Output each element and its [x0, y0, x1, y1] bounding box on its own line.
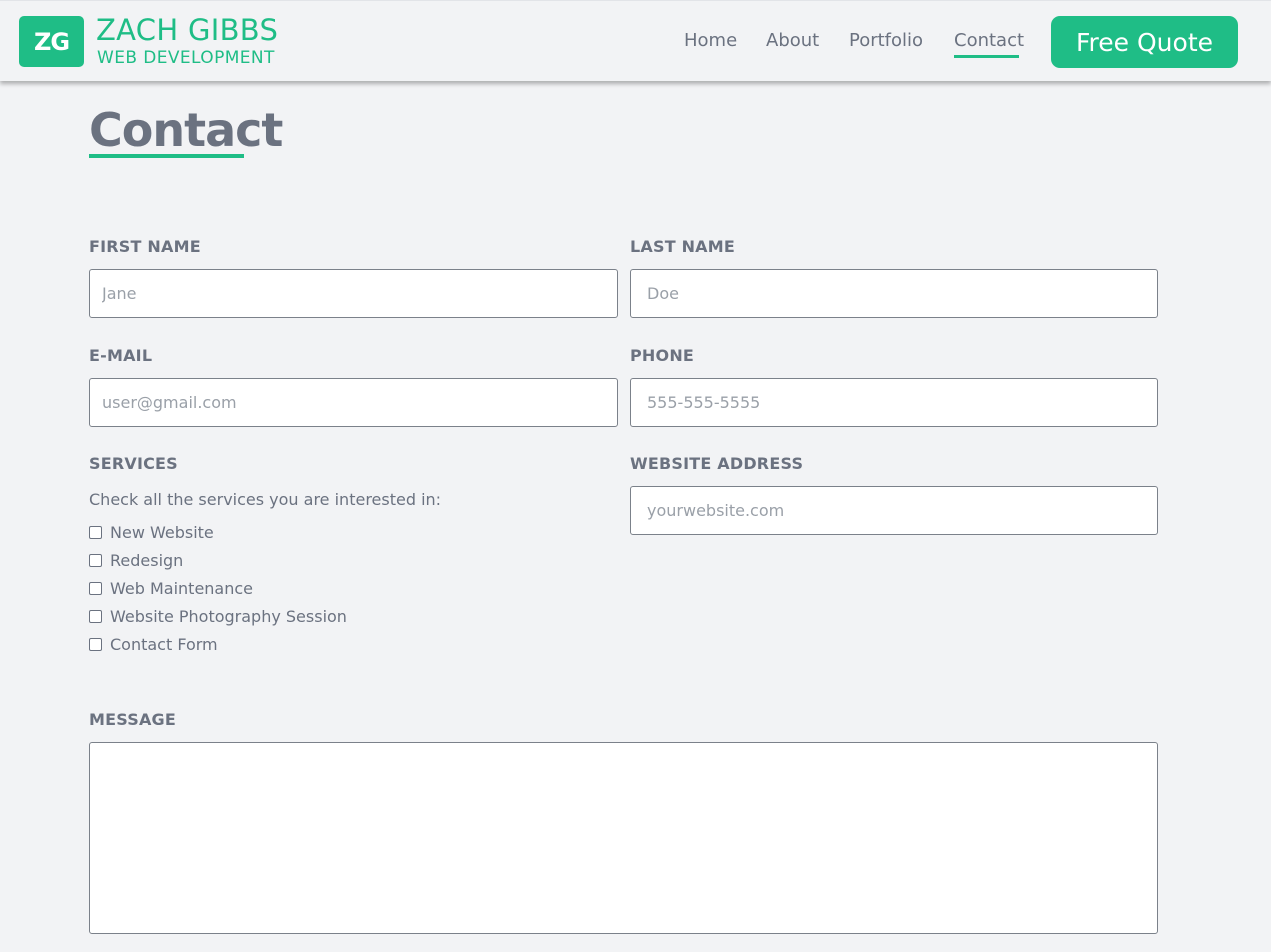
- service-option-label: Website Photography Session: [110, 606, 347, 626]
- service-option-new-website[interactable]: New Website: [89, 521, 214, 543]
- last-name-label: LAST NAME: [630, 237, 736, 256]
- page-title: Contact: [89, 103, 283, 157]
- service-option-web-maintenance[interactable]: Web Maintenance: [89, 577, 253, 599]
- last-name-input[interactable]: [630, 269, 1158, 318]
- phone-input[interactable]: [630, 378, 1158, 427]
- logo-mark: ZG: [33, 27, 70, 56]
- first-name-input[interactable]: [89, 269, 618, 318]
- checkbox[interactable]: [89, 553, 102, 567]
- service-option-label: Contact Form: [110, 634, 218, 654]
- website-input[interactable]: [630, 486, 1158, 535]
- checkbox[interactable]: [89, 637, 102, 651]
- checkbox[interactable]: [89, 581, 102, 595]
- services-label: SERVICES: [89, 454, 178, 473]
- checkbox[interactable]: [89, 525, 102, 539]
- service-option-label: Redesign: [110, 550, 184, 570]
- logo-badge[interactable]: ZG: [19, 16, 84, 67]
- email-input[interactable]: [89, 378, 618, 427]
- checkbox[interactable]: [89, 609, 102, 623]
- nav-home[interactable]: Home: [684, 29, 737, 53]
- title-underline: [89, 154, 244, 158]
- free-quote-button[interactable]: Free Quote: [1051, 16, 1238, 68]
- message-textarea[interactable]: [89, 742, 1158, 934]
- brand-tagline: WEB DEVELOPMENT: [97, 48, 275, 68]
- nav-active-indicator: [954, 55, 1019, 58]
- phone-label: PHONE: [630, 346, 695, 365]
- website-label: WEBSITE ADDRESS: [630, 454, 804, 473]
- service-option-redesign[interactable]: Redesign: [89, 549, 183, 571]
- service-option-contact-form[interactable]: Contact Form: [89, 633, 218, 655]
- nav-contact[interactable]: Contact: [954, 29, 1024, 53]
- first-name-label: FIRST NAME: [89, 237, 201, 256]
- service-option-label: New Website: [110, 522, 214, 542]
- email-label: E-MAIL: [89, 346, 153, 365]
- services-hint: Check all the services you are intereste…: [89, 490, 442, 509]
- service-option-photography[interactable]: Website Photography Session: [89, 605, 347, 627]
- message-label: MESSAGE: [89, 710, 177, 729]
- brand-name[interactable]: ZACH GIBBS: [96, 14, 278, 46]
- nav-about[interactable]: About: [766, 29, 819, 53]
- service-option-label: Web Maintenance: [110, 578, 254, 598]
- nav-portfolio[interactable]: Portfolio: [849, 29, 923, 53]
- site-header: ZG ZACH GIBBS WEB DEVELOPMENT Home About…: [0, 0, 1271, 81]
